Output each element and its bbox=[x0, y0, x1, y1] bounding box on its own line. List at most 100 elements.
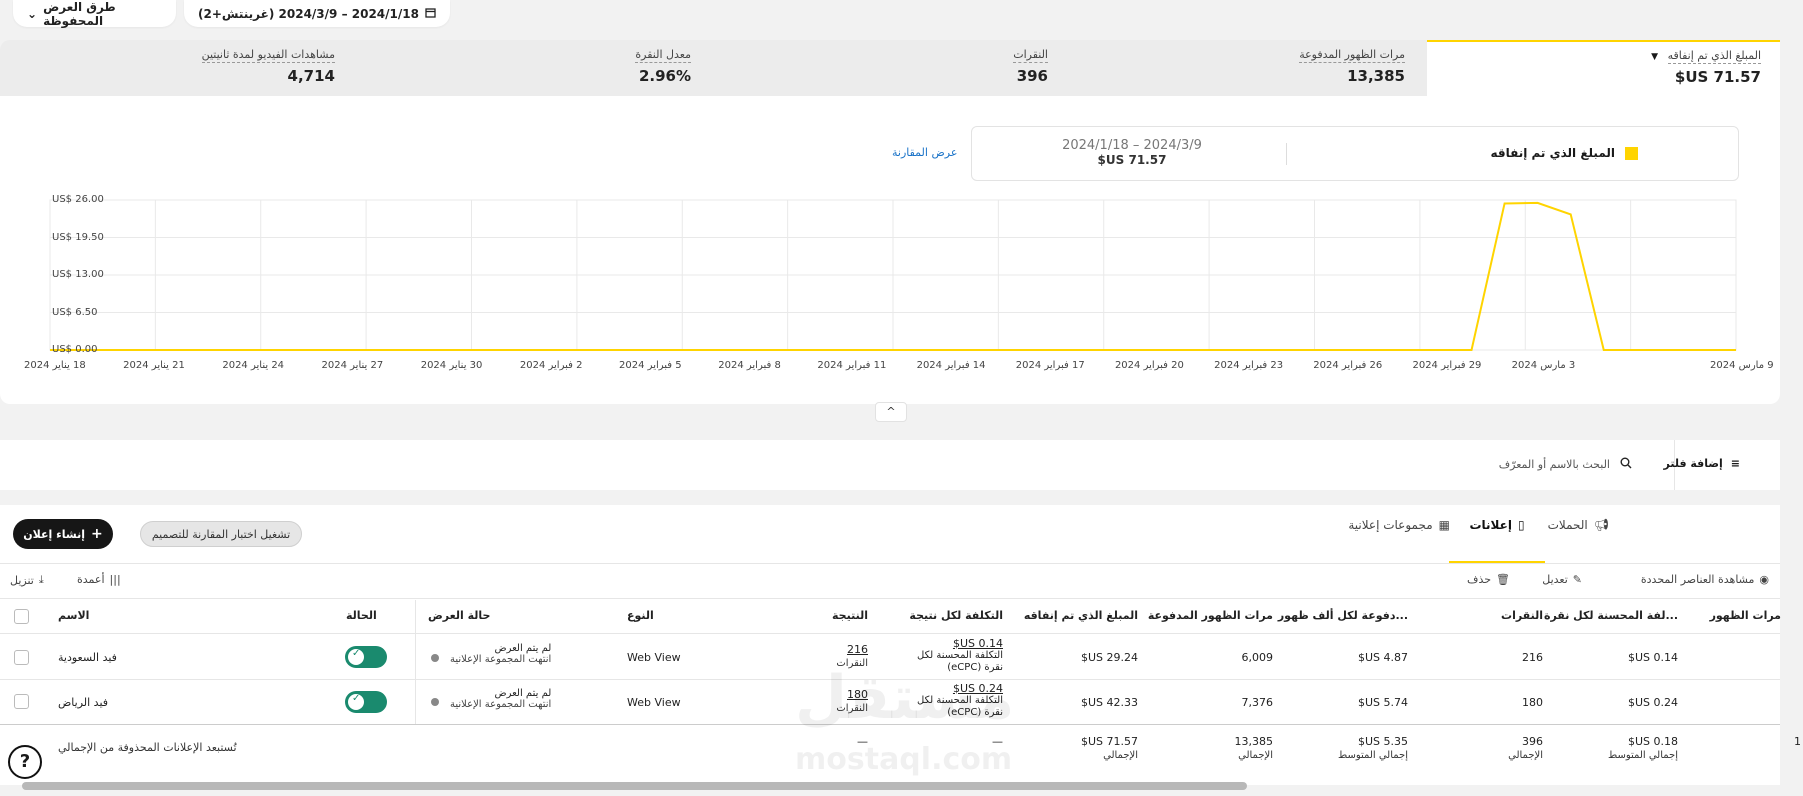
ecpc-value: 0.14 US$ bbox=[1627, 651, 1678, 664]
plus-icon: + bbox=[90, 526, 103, 542]
col-type[interactable]: النوع bbox=[627, 609, 654, 622]
horizontal-scrollbar[interactable] bbox=[22, 782, 1247, 790]
metric-spend-value: 71.57 US$ bbox=[1674, 68, 1761, 86]
check-icon: ✓ bbox=[352, 693, 361, 704]
check-icon: ✓ bbox=[352, 648, 361, 659]
metric-clicks[interactable]: النقرات 396 bbox=[1013, 48, 1048, 85]
x-tick-label: 3 مارس 2024 bbox=[1511, 360, 1576, 371]
col-result[interactable]: النتيجة bbox=[832, 609, 868, 622]
compare-link[interactable]: عرض المقارنة bbox=[892, 146, 957, 159]
spend-line-chart bbox=[49, 199, 1737, 351]
metric-spend[interactable]: المبلغ الذي تم إنفاقه ▼ 71.57 US$ bbox=[1651, 49, 1761, 86]
col-views[interactable]: مرات الظهور bbox=[1710, 609, 1781, 622]
caret-down-icon: ▼ bbox=[1651, 52, 1659, 62]
search-icon bbox=[1620, 457, 1632, 472]
col-status[interactable]: الحالة bbox=[346, 609, 377, 622]
metric-video-views[interactable]: مشاهدات الفيديو لمدة ثانيتين 4,714 bbox=[201, 48, 335, 85]
x-tick-label: 26 فبراير 2024 bbox=[1313, 360, 1383, 371]
totals-impressions-value: 13,385 bbox=[1234, 735, 1274, 748]
legend-total: 71.57 US$ bbox=[1097, 153, 1167, 167]
delivery-dot bbox=[431, 654, 439, 662]
download-label: تنزيل bbox=[10, 573, 34, 587]
legend-range-block: 2024/1/18 – 2024/3/9 71.57 US$ bbox=[1032, 138, 1232, 167]
x-tick-label: 23 فبراير 2024 bbox=[1214, 360, 1284, 371]
y-tick-label: US$ 6.50 bbox=[52, 306, 98, 318]
cpr-value[interactable]: 0.14 US$ bbox=[913, 638, 1003, 650]
x-tick-label: 8 فبراير 2024 bbox=[718, 360, 781, 371]
metric-impressions[interactable]: مرات الظهور المدفوعة 13,385 bbox=[1299, 48, 1405, 85]
saved-views-label: طرق العرض المحفوظة bbox=[43, 0, 116, 28]
x-tick-label: 20 فبراير 2024 bbox=[1114, 360, 1184, 371]
search-placeholder: البحث بالاسم أو المعرّف bbox=[1498, 458, 1610, 471]
search-input[interactable]: البحث بالاسم أو المعرّف bbox=[1499, 457, 1632, 472]
col-cpm[interactable]: ...دفوعة لكل ألف ظهور bbox=[1278, 609, 1408, 622]
col-name[interactable]: الاسم bbox=[58, 609, 89, 622]
totals-impressions: 13,385 الإجمالي bbox=[1235, 735, 1274, 761]
legend-swatch bbox=[1625, 146, 1638, 160]
edit-label: تعديل bbox=[1542, 573, 1568, 586]
totals-clicks-label: الإجمالي bbox=[1508, 750, 1543, 761]
delivery-sub: انتهت المجموعة الإعلانية bbox=[450, 654, 552, 665]
ecpc-value: 0.24 US$ bbox=[1627, 696, 1678, 709]
col-ecpc[interactable]: ...لفة المحسنة لكل نقرة bbox=[1544, 609, 1678, 622]
toolbar-divider bbox=[0, 598, 1780, 599]
saved-views-dropdown[interactable]: ⌄ طرق العرض المحفوظة bbox=[13, 0, 176, 28]
totals-spend: 71.57 US$ الإجمالي bbox=[1081, 735, 1138, 761]
delete-button[interactable]: 🗑︎ حذف bbox=[1467, 573, 1510, 586]
spend-value: 42.33 US$ bbox=[1080, 696, 1138, 709]
tab-campaigns-label: الحملات bbox=[1547, 518, 1588, 532]
cpm-value: 5.74 US$ bbox=[1357, 696, 1408, 709]
status-toggle[interactable]: ✓ bbox=[345, 691, 387, 713]
ab-test-button[interactable]: تشغيل اختبار المقارنة للتصميم bbox=[140, 521, 302, 547]
status-toggle[interactable]: ✓ bbox=[345, 646, 387, 668]
row-checkbox[interactable] bbox=[14, 694, 29, 709]
tab-ads[interactable]: ▯ إعلانات bbox=[1449, 518, 1545, 532]
metric-ctr[interactable]: معدل النقرة 2.96% bbox=[635, 48, 691, 85]
clicks-value: 216 bbox=[1522, 651, 1543, 664]
select-all-checkbox[interactable] bbox=[14, 609, 29, 624]
legend-range: 2024/1/18 – 2024/3/9 bbox=[1062, 138, 1202, 153]
date-range-picker[interactable]: 2024/1/18 – 2024/3/9 (غرينتش+2) bbox=[184, 0, 450, 27]
chart-legend: المبلغ الذي تم إنفاقه 2024/1/18 – 2024/3… bbox=[971, 126, 1739, 181]
add-filter-button[interactable]: ≡ إضافة فلتر bbox=[1664, 457, 1740, 470]
totals-note: تُستبعد الإعلانات المحذوفة من الإجمالي bbox=[58, 741, 237, 754]
col-delivery[interactable]: حالة العرض bbox=[428, 609, 490, 622]
delivery-status: لم يتم العرض انتهت المجموعة الإعلانية bbox=[450, 688, 551, 710]
edit-button[interactable]: ✎ تعديل bbox=[1542, 573, 1582, 586]
trash-icon: 🗑︎ bbox=[1496, 573, 1510, 586]
header-divider bbox=[0, 633, 1780, 634]
tab-ad-groups[interactable]: ▦ مجموعات إعلانية bbox=[1348, 518, 1450, 532]
totals-spend-label: الإجمالي bbox=[1103, 750, 1138, 761]
col-impressions[interactable]: مرات الظهور المدفوعة bbox=[1148, 609, 1273, 622]
col-cost-per-result[interactable]: التكلفة لكل نتيجة bbox=[909, 609, 1003, 622]
x-tick-label: 18 يناير 2024 bbox=[24, 360, 86, 371]
x-tick-label: 29 فبراير 2024 bbox=[1412, 360, 1482, 371]
result-value[interactable]: 216 bbox=[836, 643, 868, 656]
metric-video-views-value: 4,714 bbox=[287, 67, 335, 85]
x-tick-label: 9 مارس 2024 bbox=[1710, 360, 1774, 371]
col-spend[interactable]: المبلغ الذي تم إنفاقه bbox=[1024, 609, 1138, 622]
tabs-divider bbox=[0, 563, 1780, 564]
impressions-value: 7,376 bbox=[1241, 696, 1274, 709]
tab-campaigns[interactable]: 📢︎ الحملات bbox=[1548, 518, 1609, 532]
delivery-dot bbox=[431, 698, 439, 706]
ad-name[interactable]: فيد الرياض bbox=[58, 696, 108, 709]
create-ad-button[interactable]: + إنشاء إعلان bbox=[13, 519, 113, 549]
view-selected-button[interactable]: ◉ مشاهدة العناصر المحددة bbox=[1641, 573, 1769, 586]
ad-name[interactable]: فيد السعودية bbox=[58, 651, 117, 664]
help-button[interactable]: ? bbox=[8, 745, 42, 779]
col-clicks[interactable]: النقرات bbox=[1501, 609, 1543, 622]
create-ad-label: إنشاء إعلان bbox=[23, 527, 85, 541]
collapse-chart-button[interactable]: ^ bbox=[875, 402, 907, 422]
date-range-label: 2024/1/18 – 2024/3/9 (غرينتش+2) bbox=[198, 6, 419, 21]
row-checkbox[interactable] bbox=[14, 650, 29, 665]
ad-type: Web View bbox=[627, 696, 681, 709]
metric-clicks-label: النقرات bbox=[1013, 48, 1048, 63]
columns-button[interactable]: ||| أعمدة bbox=[77, 573, 121, 586]
watermark-arabic: مستقل bbox=[795, 663, 1015, 733]
delivery-sub: انتهت المجموعة الإعلانية bbox=[450, 699, 552, 710]
download-button[interactable]: ⤓ تنزيل bbox=[10, 573, 44, 587]
clicks-value: 180 bbox=[1522, 696, 1543, 709]
y-tick-label: US$ 0.00 bbox=[52, 344, 98, 355]
eye-icon: ◉ bbox=[1759, 573, 1769, 586]
